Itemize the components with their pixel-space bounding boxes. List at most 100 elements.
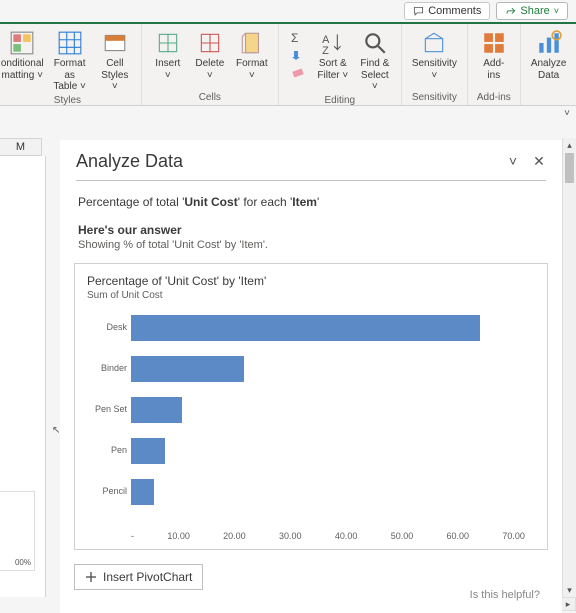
delete-button[interactable]: Delete ˅ — [190, 28, 230, 92]
comments-button[interactable]: Comments — [404, 2, 490, 20]
x-tick: 40.00 — [335, 531, 358, 541]
format-as-table-label: Format as Table ˅ — [50, 58, 88, 93]
x-tick: 70.00 — [502, 531, 525, 541]
pane-minimize-button[interactable]: ˅ — [502, 150, 524, 172]
q-post: ' — [317, 195, 319, 209]
conditional-formatting-button[interactable]: onditional matting ˅ — [0, 28, 44, 95]
delete-icon — [197, 30, 223, 56]
chart-bar-row — [131, 315, 525, 341]
svg-text:Z: Z — [322, 45, 329, 56]
x-tick: 30.00 — [279, 531, 302, 541]
insert-button[interactable]: Insert ˅ — [148, 28, 188, 92]
svg-text:Σ: Σ — [291, 32, 298, 44]
fill-down-icon — [291, 49, 305, 61]
x-tick: - — [131, 531, 134, 541]
conditional-formatting-label: onditional matting ˅ — [1, 58, 44, 81]
bar — [131, 438, 165, 464]
analyze-data-button[interactable]: Analyze Data — [527, 28, 571, 92]
chevron-down-icon: ˅ — [554, 6, 559, 16]
bar-label: Pen — [87, 445, 127, 455]
format-as-table-icon — [57, 30, 83, 56]
analyze-data-pane: Analyze Data ˅ ✕ Percentage of total 'Un… — [60, 140, 562, 613]
group-label-addins: Add-ins — [477, 92, 511, 105]
x-axis: - 10.00 20.00 30.00 40.00 50.00 60.00 70.00 — [131, 531, 525, 541]
autosum-button[interactable]: Σ — [289, 30, 307, 46]
format-as-table-button[interactable]: Format as Table ˅ — [46, 28, 92, 95]
scroll-down-button[interactable]: ▾ — [563, 583, 576, 597]
share-label: Share — [520, 5, 549, 17]
chart-bar-row — [131, 479, 525, 505]
group-label-styles: Styles — [54, 95, 81, 108]
group-label-cells: Cells — [199, 92, 221, 105]
analyze-data-icon — [536, 30, 562, 56]
bar-label: Binder — [87, 363, 127, 373]
chart-title: Percentage of 'Unit Cost' by 'Item' — [87, 274, 535, 288]
x-tick: 50.00 — [391, 531, 414, 541]
group-label-sensitivity: Sensitivity — [412, 92, 457, 105]
chart-bar-row — [131, 356, 525, 382]
scroll-thumb[interactable] — [565, 153, 574, 183]
fill-button[interactable] — [289, 47, 307, 63]
find-select-button[interactable]: Find & Select ˅ — [355, 28, 395, 95]
ribbon-collapse-button[interactable]: ˅ — [564, 108, 570, 119]
q-b1: Unit Cost — [184, 195, 237, 209]
chart-subtitle: Sum of Unit Cost — [87, 290, 535, 301]
pct-text: 00% — [15, 558, 31, 567]
x-tick: 10.00 — [167, 531, 190, 541]
x-tick: 20.00 — [223, 531, 246, 541]
sort-filter-button[interactable]: AZ Sort & Filter ˅ — [313, 28, 353, 95]
bar-label: Pencil — [87, 486, 127, 496]
insert-pivotchart-label: Insert PivotChart — [103, 570, 192, 584]
bar-label: Pen Set — [87, 404, 127, 414]
group-label-empty — [547, 92, 550, 105]
bar — [131, 397, 182, 423]
plus-icon — [85, 571, 97, 583]
cell-styles-label: Cell Styles ˅ — [99, 58, 131, 93]
q-b2: Item — [292, 195, 317, 209]
analyze-data-label: Analyze Data — [531, 58, 567, 81]
clear-button[interactable] — [289, 64, 307, 80]
sort-filter-icon: AZ — [320, 30, 346, 56]
x-tick: 60.00 — [447, 531, 470, 541]
delete-label: Delete ˅ — [195, 58, 224, 81]
format-icon — [239, 30, 265, 56]
chart-bar-row — [131, 438, 525, 464]
group-label-editing: Editing — [325, 95, 356, 108]
cell-styles-icon — [102, 30, 128, 56]
scroll-right-button[interactable]: ▸ — [561, 599, 575, 610]
vertical-scrollbar[interactable]: ▴ ▾ — [562, 138, 576, 597]
pane-close-button[interactable]: ✕ — [528, 150, 550, 172]
floating-box: 00% — [0, 491, 35, 571]
answer-heading: Here's our answer — [60, 223, 562, 239]
q-mid: ' for each ' — [238, 195, 293, 209]
addins-label: Add-ins — [478, 58, 510, 81]
sensitivity-label: Sensitivity ˅ — [412, 58, 457, 81]
conditional-formatting-icon — [9, 30, 35, 56]
column-header-m[interactable]: M — [0, 138, 42, 156]
sensitivity-button[interactable]: Sensitivity ˅ — [408, 28, 461, 92]
q-pre: Percentage of total ' — [78, 195, 184, 209]
sigma-icon: Σ — [291, 32, 305, 44]
bar-label: Desk — [87, 322, 127, 332]
is-helpful-link[interactable]: Is this helpful? — [470, 589, 540, 601]
addins-icon — [481, 30, 507, 56]
chevron-down-icon: ˅ — [509, 153, 517, 169]
chart-card: Percentage of 'Unit Cost' by 'Item' Sum … — [74, 263, 548, 550]
bar — [131, 356, 244, 382]
worksheet-grid[interactable]: 00% — [0, 156, 46, 597]
format-button[interactable]: Format ˅ — [232, 28, 272, 92]
format-label: Format ˅ — [236, 58, 268, 81]
share-icon — [505, 6, 516, 17]
share-button[interactable]: Share ˅ — [496, 2, 568, 20]
close-icon: ✕ — [533, 153, 545, 170]
scroll-up-button[interactable]: ▴ — [563, 138, 576, 152]
comment-icon — [413, 6, 424, 17]
chart-area: Desk Binder Pen Set Pen Pencil - 10.00 20.00 30.… — [87, 311, 535, 541]
addins-button[interactable]: Add-ins — [474, 28, 514, 92]
answer-subtext: Showing % of total 'Unit Cost' by 'Item'… — [60, 239, 562, 263]
bar — [131, 479, 154, 505]
insert-pivotchart-button[interactable]: Insert PivotChart — [74, 564, 203, 590]
sensitivity-icon — [421, 30, 447, 56]
sort-filter-label: Sort & Filter ˅ — [317, 58, 348, 81]
cell-styles-button[interactable]: Cell Styles ˅ — [95, 28, 135, 95]
